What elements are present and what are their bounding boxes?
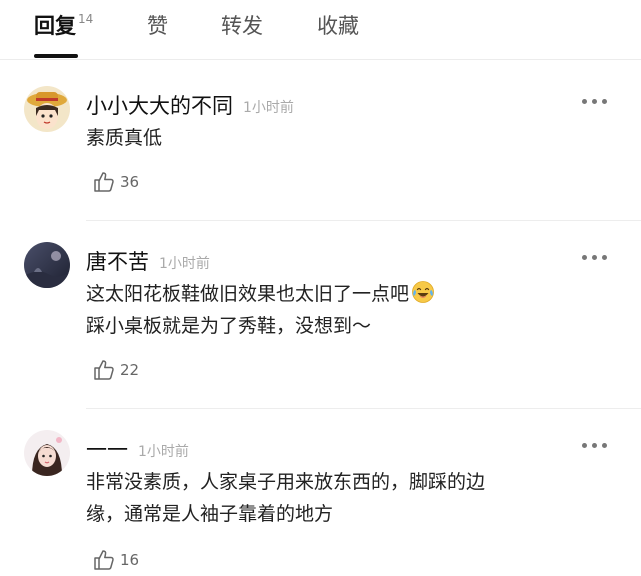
avatar[interactable] <box>24 242 70 288</box>
comment-text-line: 素质真低 <box>86 127 163 149</box>
active-tab-indicator <box>34 54 78 58</box>
divider <box>86 220 641 221</box>
comment-author[interactable]: 小小大大的不同 1小时前 <box>86 90 294 120</box>
tab-bar: 回复 14 赞 转发 收藏 <box>0 0 641 60</box>
thumbs-up-icon <box>94 172 114 192</box>
comment-text: 非常没素质，人家桌子用来放东西的，脚踩的边 缘，通常是人袖子靠着的地方 <box>86 466 606 530</box>
more-options-icon[interactable] <box>582 440 608 450</box>
comment-text-line: 踩小桌板就是为了秀鞋，没想到～ <box>86 315 372 337</box>
tab-favorites-label: 收藏 <box>317 14 359 38</box>
comment-time: 1小时前 <box>159 256 210 272</box>
comment-text: 这太阳花板鞋做旧效果也太旧了一点吧 踩小桌板就是为了秀鞋，没想到～ <box>86 278 606 342</box>
more-options-icon[interactable] <box>582 96 608 106</box>
comment-text-line: 非常没素质，人家桌子用来放东西的，脚踩的边 <box>86 471 486 493</box>
comment-author[interactable]: 唐不苦 1小时前 <box>86 246 210 276</box>
author-name: 小小大大的不同 <box>86 94 233 118</box>
tab-replies-label: 回复 <box>34 14 76 38</box>
author-name: 一一 <box>86 438 128 462</box>
divider <box>86 408 641 409</box>
avatar[interactable] <box>24 86 70 132</box>
comment-text-line-1: 这太阳花板鞋做旧效果也太旧了一点吧 <box>86 278 606 310</box>
tab-likes-label: 赞 <box>147 14 168 38</box>
like-count: 16 <box>120 551 140 569</box>
tab-favorites[interactable]: 收藏 <box>317 10 359 40</box>
like-count: 36 <box>120 173 140 191</box>
comment-text-line: 这太阳花板鞋做旧效果也太旧了一点吧 <box>86 283 410 305</box>
like-count: 22 <box>120 361 140 379</box>
comment-time: 1小时前 <box>138 444 189 460</box>
thumbs-up-icon <box>94 550 114 570</box>
tab-replies[interactable]: 回复 14 <box>34 10 93 40</box>
more-options-icon[interactable] <box>582 252 608 262</box>
thumbs-up-icon <box>94 360 114 380</box>
tab-replies-count: 14 <box>78 12 94 26</box>
tab-reposts-label: 转发 <box>221 14 263 38</box>
comment-text-line: 缘，通常是人袖子靠着的地方 <box>86 503 334 525</box>
avatar[interactable] <box>24 430 70 476</box>
author-name: 唐不苦 <box>86 250 149 274</box>
comment-author[interactable]: 一一 1小时前 <box>86 434 189 464</box>
tab-reposts[interactable]: 转发 <box>221 10 263 40</box>
comment-text: 素质真低 <box>86 122 606 154</box>
comment-time: 1小时前 <box>243 100 294 116</box>
laughing-tears-icon <box>412 281 434 303</box>
tab-likes[interactable]: 赞 <box>147 10 168 40</box>
